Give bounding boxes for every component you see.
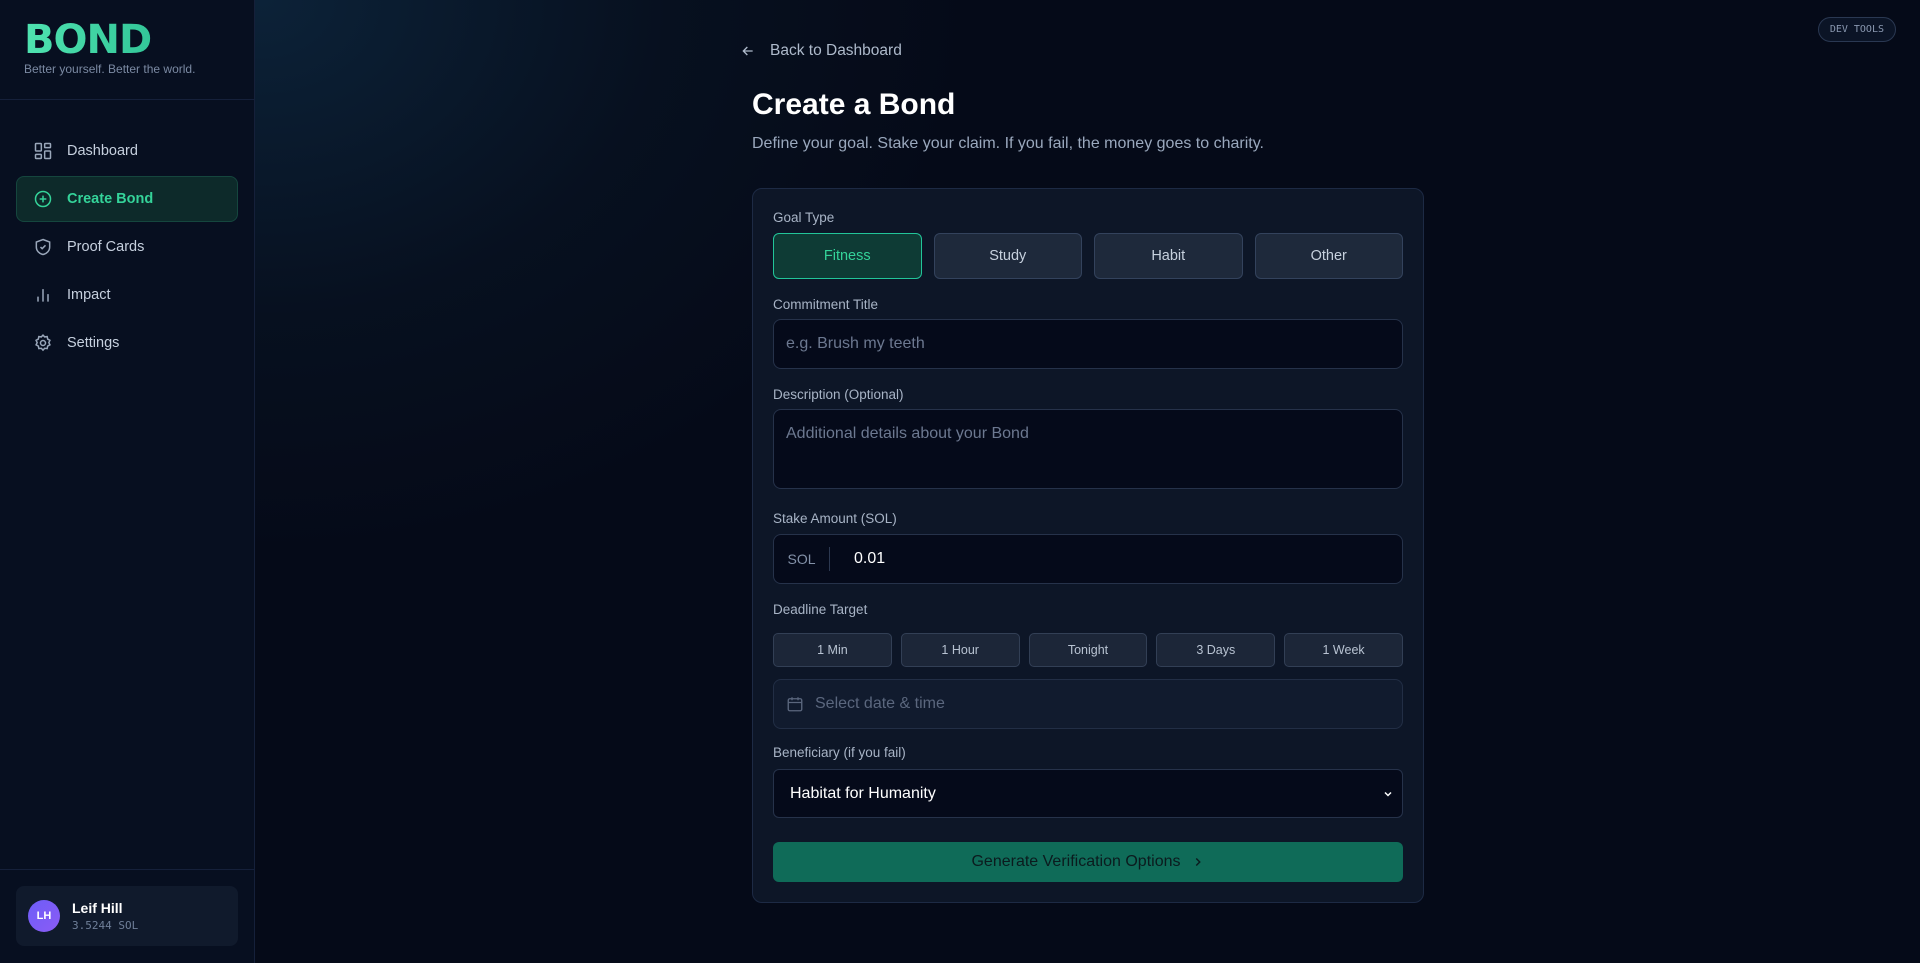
commitment-title-label: Commitment Title <box>773 297 879 312</box>
beneficiary-label: Beneficiary (if you fail) <box>773 745 906 760</box>
goal-type-options: Fitness Study Habit Other <box>773 233 1403 279</box>
goal-type-other-button[interactable]: Other <box>1254 233 1403 279</box>
user-balance: 3.5244 SOL <box>72 919 139 932</box>
calendar-icon <box>787 697 803 712</box>
deadline-1-min-button[interactable]: 1 Min <box>773 633 892 667</box>
avatar: LH <box>28 900 60 932</box>
chevron-right-icon <box>1195 857 1201 867</box>
sidebar-nav: Dashboard Create Bond Proof Cards Impact… <box>0 100 254 366</box>
stake-amount-label: Stake Amount (SOL) <box>773 511 897 526</box>
description-textarea[interactable]: Additional details about your Bond <box>773 409 1403 489</box>
stake-currency-prefix: SOL <box>774 547 830 571</box>
dev-tools-button[interactable]: DEV TOOLS <box>1817 17 1896 42</box>
sidebar-item-label: Dashboard <box>67 143 138 159</box>
generate-verification-options-button[interactable]: Generate Verification Options <box>773 842 1403 882</box>
sidebar-item-settings[interactable]: Settings <box>16 320 238 366</box>
sidebar-item-dashboard[interactable]: Dashboard <box>16 128 238 174</box>
deadline-3-days-button[interactable]: 3 Days <box>1156 633 1276 667</box>
deadline-target-label: Deadline Target <box>773 602 868 617</box>
sidebar-item-label: Settings <box>67 335 120 351</box>
user-card[interactable]: LH Leif Hill 3.5244 SOL <box>16 886 238 946</box>
stake-amount-value: 0.01 <box>854 550 886 567</box>
sidebar: BOND Better yourself. Better the world. … <box>0 0 255 963</box>
sidebar-footer: LH Leif Hill 3.5244 SOL <box>0 869 254 963</box>
dashboard-grid-icon <box>33 141 53 161</box>
arrow-left-icon <box>742 46 753 56</box>
deadline-tonight-button[interactable]: Tonight <box>1028 633 1148 667</box>
chevron-down-icon <box>1384 791 1392 797</box>
sidebar-item-impact[interactable]: Impact <box>16 272 238 318</box>
beneficiary-selected-value: Habitat for Humanity <box>790 784 936 802</box>
create-bond-form: Goal Type Fitness Study Habit Other Comm… <box>752 188 1424 903</box>
gear-icon <box>33 333 53 353</box>
description-label: Description (Optional) <box>773 387 904 402</box>
sidebar-item-label: Create Bond <box>67 191 154 207</box>
tagline: Better yourself. Better the world. <box>24 62 196 76</box>
logo[interactable]: BOND <box>24 20 230 60</box>
goal-type-habit-button[interactable]: Habit <box>1094 233 1243 279</box>
shield-check-icon <box>33 237 53 257</box>
sidebar-item-label: Impact <box>67 287 111 303</box>
page-title: Create a Bond <box>752 88 956 121</box>
sidebar-item-create-bond[interactable]: Create Bond <box>16 176 238 222</box>
deadline-presets: 1 Min 1 Hour Tonight 3 Days 1 Week <box>773 633 1403 667</box>
commitment-title-input[interactable]: e.g. Brush my teeth <box>773 319 1403 369</box>
deadline-1-hour-button[interactable]: 1 Hour <box>900 633 1020 667</box>
deadline-datetime-input[interactable]: Select date & time <box>773 679 1403 729</box>
bar-chart-icon <box>33 285 53 305</box>
back-label: Back to Dashboard <box>770 42 902 59</box>
sidebar-item-label: Proof Cards <box>67 239 145 255</box>
deadline-1-week-button[interactable]: 1 Week <box>1284 633 1403 667</box>
cta-label: Generate Verification Options <box>971 853 1181 870</box>
page-subtitle: Define your goal. Stake your claim. If y… <box>752 135 1264 152</box>
plus-circle-icon <box>33 189 53 209</box>
goal-type-fitness-button[interactable]: Fitness <box>773 233 922 279</box>
sidebar-item-proof-cards[interactable]: Proof Cards <box>16 224 238 270</box>
brand: BOND Better yourself. Better the world. <box>0 0 254 100</box>
stake-amount-input[interactable]: SOL 0.01 <box>773 534 1403 584</box>
back-link[interactable]: Back to Dashboard <box>740 42 902 60</box>
deadline-placeholder: Select date & time <box>815 695 945 712</box>
goal-type-study-button[interactable]: Study <box>933 233 1082 279</box>
goal-type-label: Goal Type <box>773 210 835 225</box>
beneficiary-select[interactable]: Habitat for Humanity <box>773 769 1403 818</box>
user-name: Leif Hill <box>72 900 123 916</box>
